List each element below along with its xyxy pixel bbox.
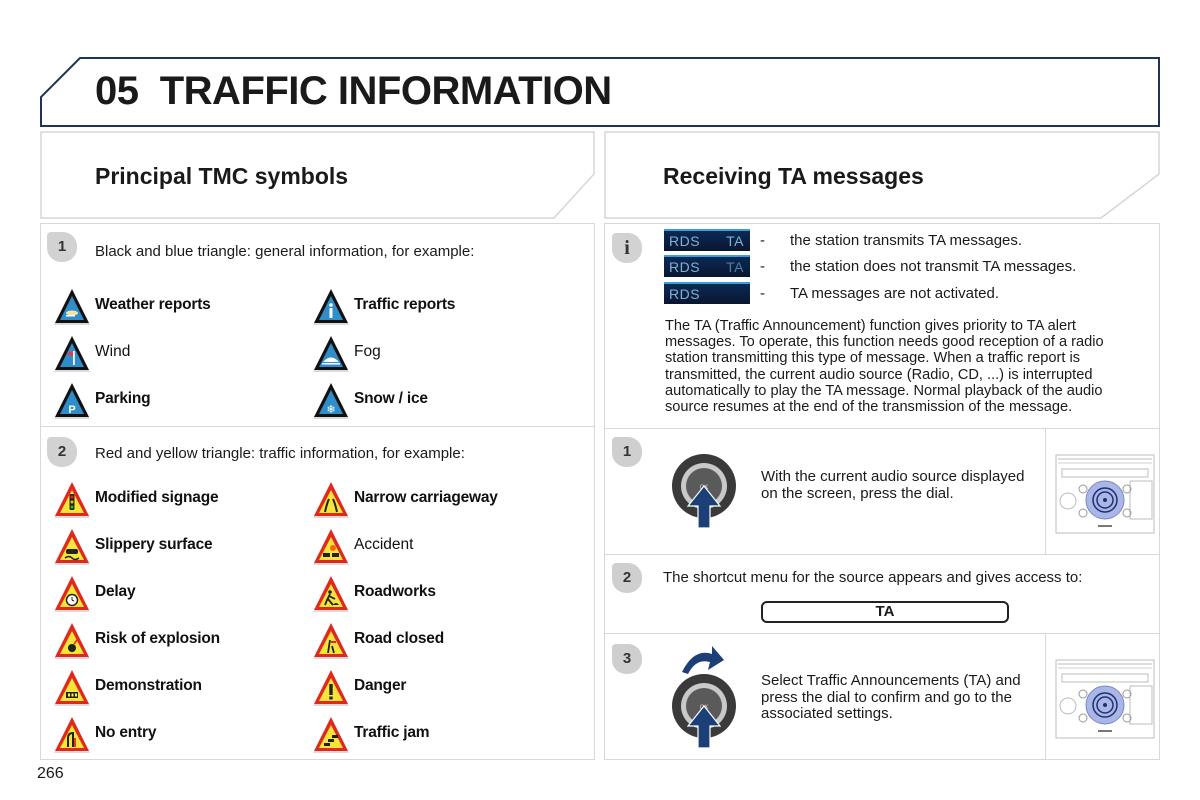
rds-label: RDS [669, 233, 701, 249]
step-text: With the current audio source displayed … [761, 468, 1025, 502]
info-icon [313, 289, 349, 325]
symbol-label: Traffic reports [354, 296, 456, 313]
dash: - [760, 258, 765, 275]
section-title: Principal TMC symbols [95, 163, 349, 189]
narrow-road-icon [313, 482, 349, 518]
symbol-label: Danger [354, 677, 407, 694]
exclamation-icon [313, 670, 349, 706]
tmc-symbol-item: No entry [53, 714, 303, 754]
fog-icon [313, 336, 349, 372]
svg-text:❄: ❄ [326, 403, 335, 416]
tmc-symbol-item: Weather reports [53, 286, 303, 326]
chapter-number: 05 [95, 69, 139, 113]
symbol-label: Fog [354, 343, 381, 360]
symbol-label: Road closed [354, 630, 444, 647]
symbol-label: No entry [95, 724, 157, 741]
symbol-label: Wind [95, 343, 131, 360]
console-illustration [1045, 429, 1160, 555]
dial-rotate-press-icon: OK [672, 646, 736, 749]
slippery-icon [54, 529, 90, 565]
tmc-symbol-item: Demonstration [53, 667, 303, 707]
parking-icon: P [54, 383, 90, 419]
tmc-symbol-item: Slippery surface [53, 526, 303, 566]
tmc-symbol-item: Delay [53, 573, 303, 613]
symbol-label: Parking [95, 390, 151, 407]
demonstration-icon [54, 670, 90, 706]
symbol-label: Roadworks [354, 583, 436, 600]
tmc-symbol-item: Risk of explosion [53, 620, 303, 660]
rds-description: TA messages are not activated. [790, 285, 999, 302]
tmc-symbol-item: Accident [312, 526, 562, 566]
symbol-label: Risk of explosion [95, 630, 220, 647]
rds-description: the station transmits TA messages. [790, 232, 1023, 249]
radio-console-icon [1055, 454, 1155, 534]
chapter-title: 05 TRAFFIC INFORMATION [95, 69, 612, 114]
symbol-label: Accident [354, 536, 414, 553]
no-entry-icon [54, 717, 90, 753]
tmc-symbol-item: Fog [312, 333, 562, 373]
tmc-symbol-item: Narrow carriageway [312, 479, 562, 519]
symbol-label: Traffic jam [354, 724, 430, 741]
weather-icon [54, 289, 90, 325]
traffic-jam-icon [313, 717, 349, 753]
road-closed-icon [313, 623, 349, 659]
step-badge: 1 [47, 232, 77, 262]
info-icon: i [612, 233, 642, 263]
ta-label: TA [726, 233, 744, 249]
radio-console-icon [1055, 659, 1155, 739]
rds-label: RDS [669, 259, 701, 275]
tmc-symbol-item: Road closed [312, 620, 562, 660]
dash: - [760, 232, 765, 249]
step-badge: 1 [612, 437, 642, 467]
chapter-header: 05 TRAFFIC INFORMATION [40, 57, 1160, 127]
rds-display: RDS TA [664, 229, 750, 251]
ta-description-paragraph: The TA (Traffic Announcement) function g… [665, 318, 1104, 416]
section-header-ta-messages: Receiving TA messages [604, 131, 1160, 219]
tmc-symbol-item: P Parking [53, 380, 303, 420]
tmc-symbol-item: Traffic jam [312, 714, 562, 754]
roadworks-icon [313, 576, 349, 612]
section-header-tmc-symbols: Principal TMC symbols [40, 131, 595, 219]
ta-label-dim: TA [726, 259, 744, 275]
tmc-symbol-item: Roadworks [312, 573, 562, 613]
step-badge: 2 [47, 437, 77, 467]
step-text: Select Traffic Announcements (TA) and pr… [761, 672, 1021, 722]
step-text: The shortcut menu for the source appears… [663, 569, 1083, 586]
dial-press-icon: OK [672, 454, 736, 529]
rds-display: RDS [664, 282, 750, 304]
snowflake-icon: ❄ [313, 383, 349, 419]
rds-display: RDS TA [664, 255, 750, 277]
rds-label: RDS [669, 286, 701, 302]
symbol-label: Modified signage [95, 489, 219, 506]
console-illustration [1045, 634, 1160, 760]
symbol-label: Snow / ice [354, 390, 428, 407]
tmc-symbol-item: Modified signage [53, 479, 303, 519]
section-title: Receiving TA messages [663, 163, 924, 189]
page-number: 266 [37, 765, 64, 782]
accident-icon [313, 529, 349, 565]
group-intro: Black and blue triangle: general informa… [95, 243, 475, 260]
symbol-label: Slippery surface [95, 536, 213, 553]
step-badge: 3 [612, 644, 642, 674]
symbol-label: Demonstration [95, 677, 202, 694]
traffic-light-icon [54, 482, 90, 518]
svg-text:P: P [68, 404, 75, 416]
symbol-label: Delay [95, 583, 136, 600]
tmc-symbol-item: Traffic reports [312, 286, 562, 326]
dash: - [760, 285, 765, 302]
ta-menu-button[interactable]: TA [761, 601, 1009, 623]
step-badge: 2 [612, 563, 642, 593]
tmc-symbol-item: Wind [53, 333, 303, 373]
group-intro: Red and yellow triangle: traffic informa… [95, 445, 465, 462]
wind-icon [54, 336, 90, 372]
symbol-label: Narrow carriageway [354, 489, 498, 506]
rds-description: the station does not transmit TA message… [790, 258, 1077, 275]
tmc-symbol-item: ❄ Snow / ice [312, 380, 562, 420]
tmc-symbol-item: Danger [312, 667, 562, 707]
symbol-label: Weather reports [95, 296, 211, 313]
clock-icon [54, 576, 90, 612]
explosion-icon [54, 623, 90, 659]
chapter-title-text: TRAFFIC INFORMATION [159, 69, 612, 113]
